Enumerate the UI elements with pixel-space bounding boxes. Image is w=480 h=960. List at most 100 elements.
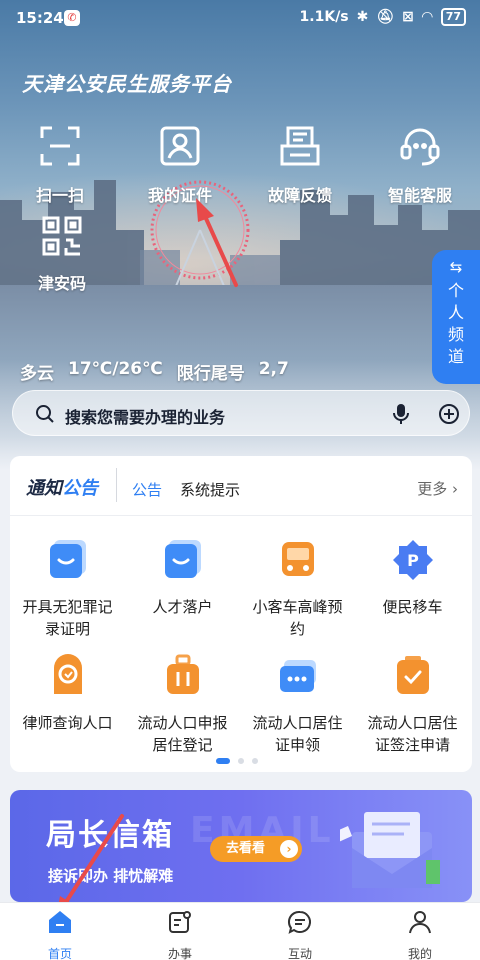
quick-action-feedback[interactable]: 故障反馈: [245, 124, 355, 206]
qr-code-icon: [42, 216, 82, 256]
home-icon: [49, 911, 71, 933]
service-label: 律师查询人口: [22, 714, 113, 732]
swap-arrows-icon: ⇆: [449, 258, 463, 276]
quick-action-customer-service[interactable]: 智能客服: [365, 124, 475, 206]
network-speed: 1.1K/s: [299, 9, 349, 25]
status-time: 15:24: [16, 9, 64, 27]
feedback-icon: [280, 126, 320, 166]
scan-icon: [40, 126, 80, 166]
mute-bell-icon: 🔕︎: [376, 9, 395, 25]
quick-action-scan[interactable]: 扫一扫: [5, 124, 115, 206]
id-card-icon: [160, 126, 200, 166]
service-no-criminal-record[interactable]: 开具无犯罪记 录证明: [10, 538, 125, 640]
tab-interaction[interactable]: 互动: [240, 909, 360, 960]
search-placeholder: 搜索您需要办理的业务: [65, 408, 226, 427]
services-card: 通知公告 公告 系统提示 更多 › 开具无犯罪记 录证明 人才落户 小客车高峰预…: [10, 456, 472, 772]
tab-label: 办事: [167, 947, 192, 960]
tab-label: 首页: [47, 947, 72, 960]
service-label: 小客车高峰预约: [252, 598, 343, 638]
service-floating-population-registration[interactable]: 流动人口申报 居住登记: [125, 654, 240, 756]
banner-title: 局长信箱: [46, 818, 174, 853]
service-talent-settlement[interactable]: 人才落户: [125, 538, 240, 618]
personal-channel-label: 个人频道: [447, 281, 464, 366]
svg-text:P: P: [407, 551, 419, 570]
tab-label: 互动: [287, 947, 312, 960]
lawyer-icon: [53, 654, 82, 694]
jinan-code-button[interactable]: 津安码: [22, 214, 102, 294]
service-label: 便民移车: [382, 598, 443, 616]
service-residence-permit-apply[interactable]: 流动人口居住 证申领: [240, 654, 355, 756]
tasks-icon: [169, 911, 191, 933]
notification-app-icon: ✆: [64, 10, 80, 26]
quick-action-label: 故障反馈: [267, 186, 332, 205]
notice-more-label: 更多: [417, 480, 448, 498]
talent-icon: [164, 540, 201, 578]
envelope-illustration-icon: [340, 812, 440, 888]
notice-divider: [116, 468, 117, 502]
banner-subtitle: 接诉即办 排忧解难: [48, 867, 174, 885]
page-indicator: [216, 758, 258, 764]
service-label: 流动人口申报 居住登记: [137, 714, 228, 754]
notice-logo-part1: 通知: [26, 478, 62, 499]
wifi-icon: ◠: [421, 9, 433, 25]
personal-channel-tab[interactable]: ⇆ 个人频道: [432, 250, 480, 384]
parking-icon: P: [392, 540, 433, 580]
clipboard-icon: [396, 656, 429, 694]
quick-action-label: 我的证件: [147, 186, 212, 205]
notice-bar: 通知公告 公告 系统提示 更多 ›: [10, 456, 472, 516]
battery-indicator: 77: [440, 8, 466, 26]
page-dot: [252, 758, 258, 764]
status-bar: 15:24 ✆ 1.1K/s ✱ 🔕︎ ⊠ ◠ 77: [0, 0, 480, 36]
arrow-right-icon: ›: [280, 840, 298, 858]
card-icon: [279, 660, 316, 692]
quick-action-my-id[interactable]: 我的证件: [125, 124, 235, 206]
jinan-code-label: 津安码: [37, 274, 86, 293]
status-right-group: 1.1K/s ✱ 🔕︎ ⊠ ◠ 77: [300, 8, 466, 26]
director-mailbox-banner[interactable]: EMAIL 局长信箱 接诉即办 排忧解难 去看看 ›: [10, 790, 472, 902]
chevron-right-icon: ›: [452, 480, 458, 498]
suitcase-icon: [166, 654, 199, 694]
service-label: 流动人口居住 证签注申请: [367, 714, 458, 754]
service-label: 开具无犯罪记 录证明: [22, 598, 113, 638]
service-lawyer-query[interactable]: 律师查询人口: [10, 654, 125, 734]
search-icon: [36, 405, 54, 423]
tab-home[interactable]: 首页: [0, 909, 120, 960]
service-label: 人才落户: [152, 598, 213, 616]
service-car-peak-booking[interactable]: 小客车高峰预约: [240, 538, 355, 640]
service-residence-permit-endorse[interactable]: 流动人口居住 证签注申请: [355, 654, 470, 756]
notice-logo: 通知公告: [26, 474, 98, 500]
notice-more-link[interactable]: 更多 ›: [417, 478, 458, 499]
headset-icon: [400, 128, 440, 166]
weather-bar: 多云 17℃/26℃ 限行尾号 2,7: [20, 359, 289, 384]
bus-icon: [281, 542, 314, 576]
weather-temperature: 17℃/26℃: [68, 359, 163, 379]
quick-action-label: 扫一扫: [35, 186, 84, 205]
service-label: 流动人口居住 证申领: [252, 714, 343, 754]
add-circle-icon[interactable]: [438, 403, 460, 425]
banner-go-label: 去看看: [226, 841, 266, 856]
chat-icon: [288, 910, 311, 934]
bottom-tab-bar: 首页 办事 互动 我的: [0, 902, 480, 960]
bluetooth-icon: ✱: [356, 9, 369, 25]
certificate-icon: [49, 540, 86, 578]
banner-go-button[interactable]: 去看看 ›: [210, 836, 302, 862]
service-move-car[interactable]: P 便民移车: [355, 538, 470, 618]
tab-announcement[interactable]: 公告: [132, 479, 162, 500]
page-dot: [238, 758, 244, 764]
tab-label: 我的: [407, 947, 432, 960]
sim-x-icon: ⊠: [402, 9, 414, 25]
home-screen: 15:24 ✆ 1.1K/s ✱ 🔕︎ ⊠ ◠ 77 天津公安民生服务平台 扫一…: [0, 0, 480, 960]
microphone-icon[interactable]: [391, 403, 411, 425]
user-icon: [409, 911, 431, 934]
traffic-restriction-label: 限行尾号: [176, 364, 245, 384]
tab-system-notice[interactable]: 系统提示: [180, 479, 240, 500]
notice-logo-part2: 公告: [62, 478, 98, 499]
quick-action-label: 智能客服: [387, 186, 452, 205]
tab-tasks[interactable]: 办事: [120, 909, 240, 960]
weather-condition: 多云: [20, 364, 54, 384]
traffic-restriction-numbers: 2,7: [258, 359, 289, 379]
page-dot-active: [216, 758, 230, 764]
app-title: 天津公安民生服务平台: [22, 72, 232, 96]
tab-mine[interactable]: 我的: [360, 909, 480, 960]
search-bar[interactable]: 搜索您需要办理的业务: [12, 390, 470, 436]
